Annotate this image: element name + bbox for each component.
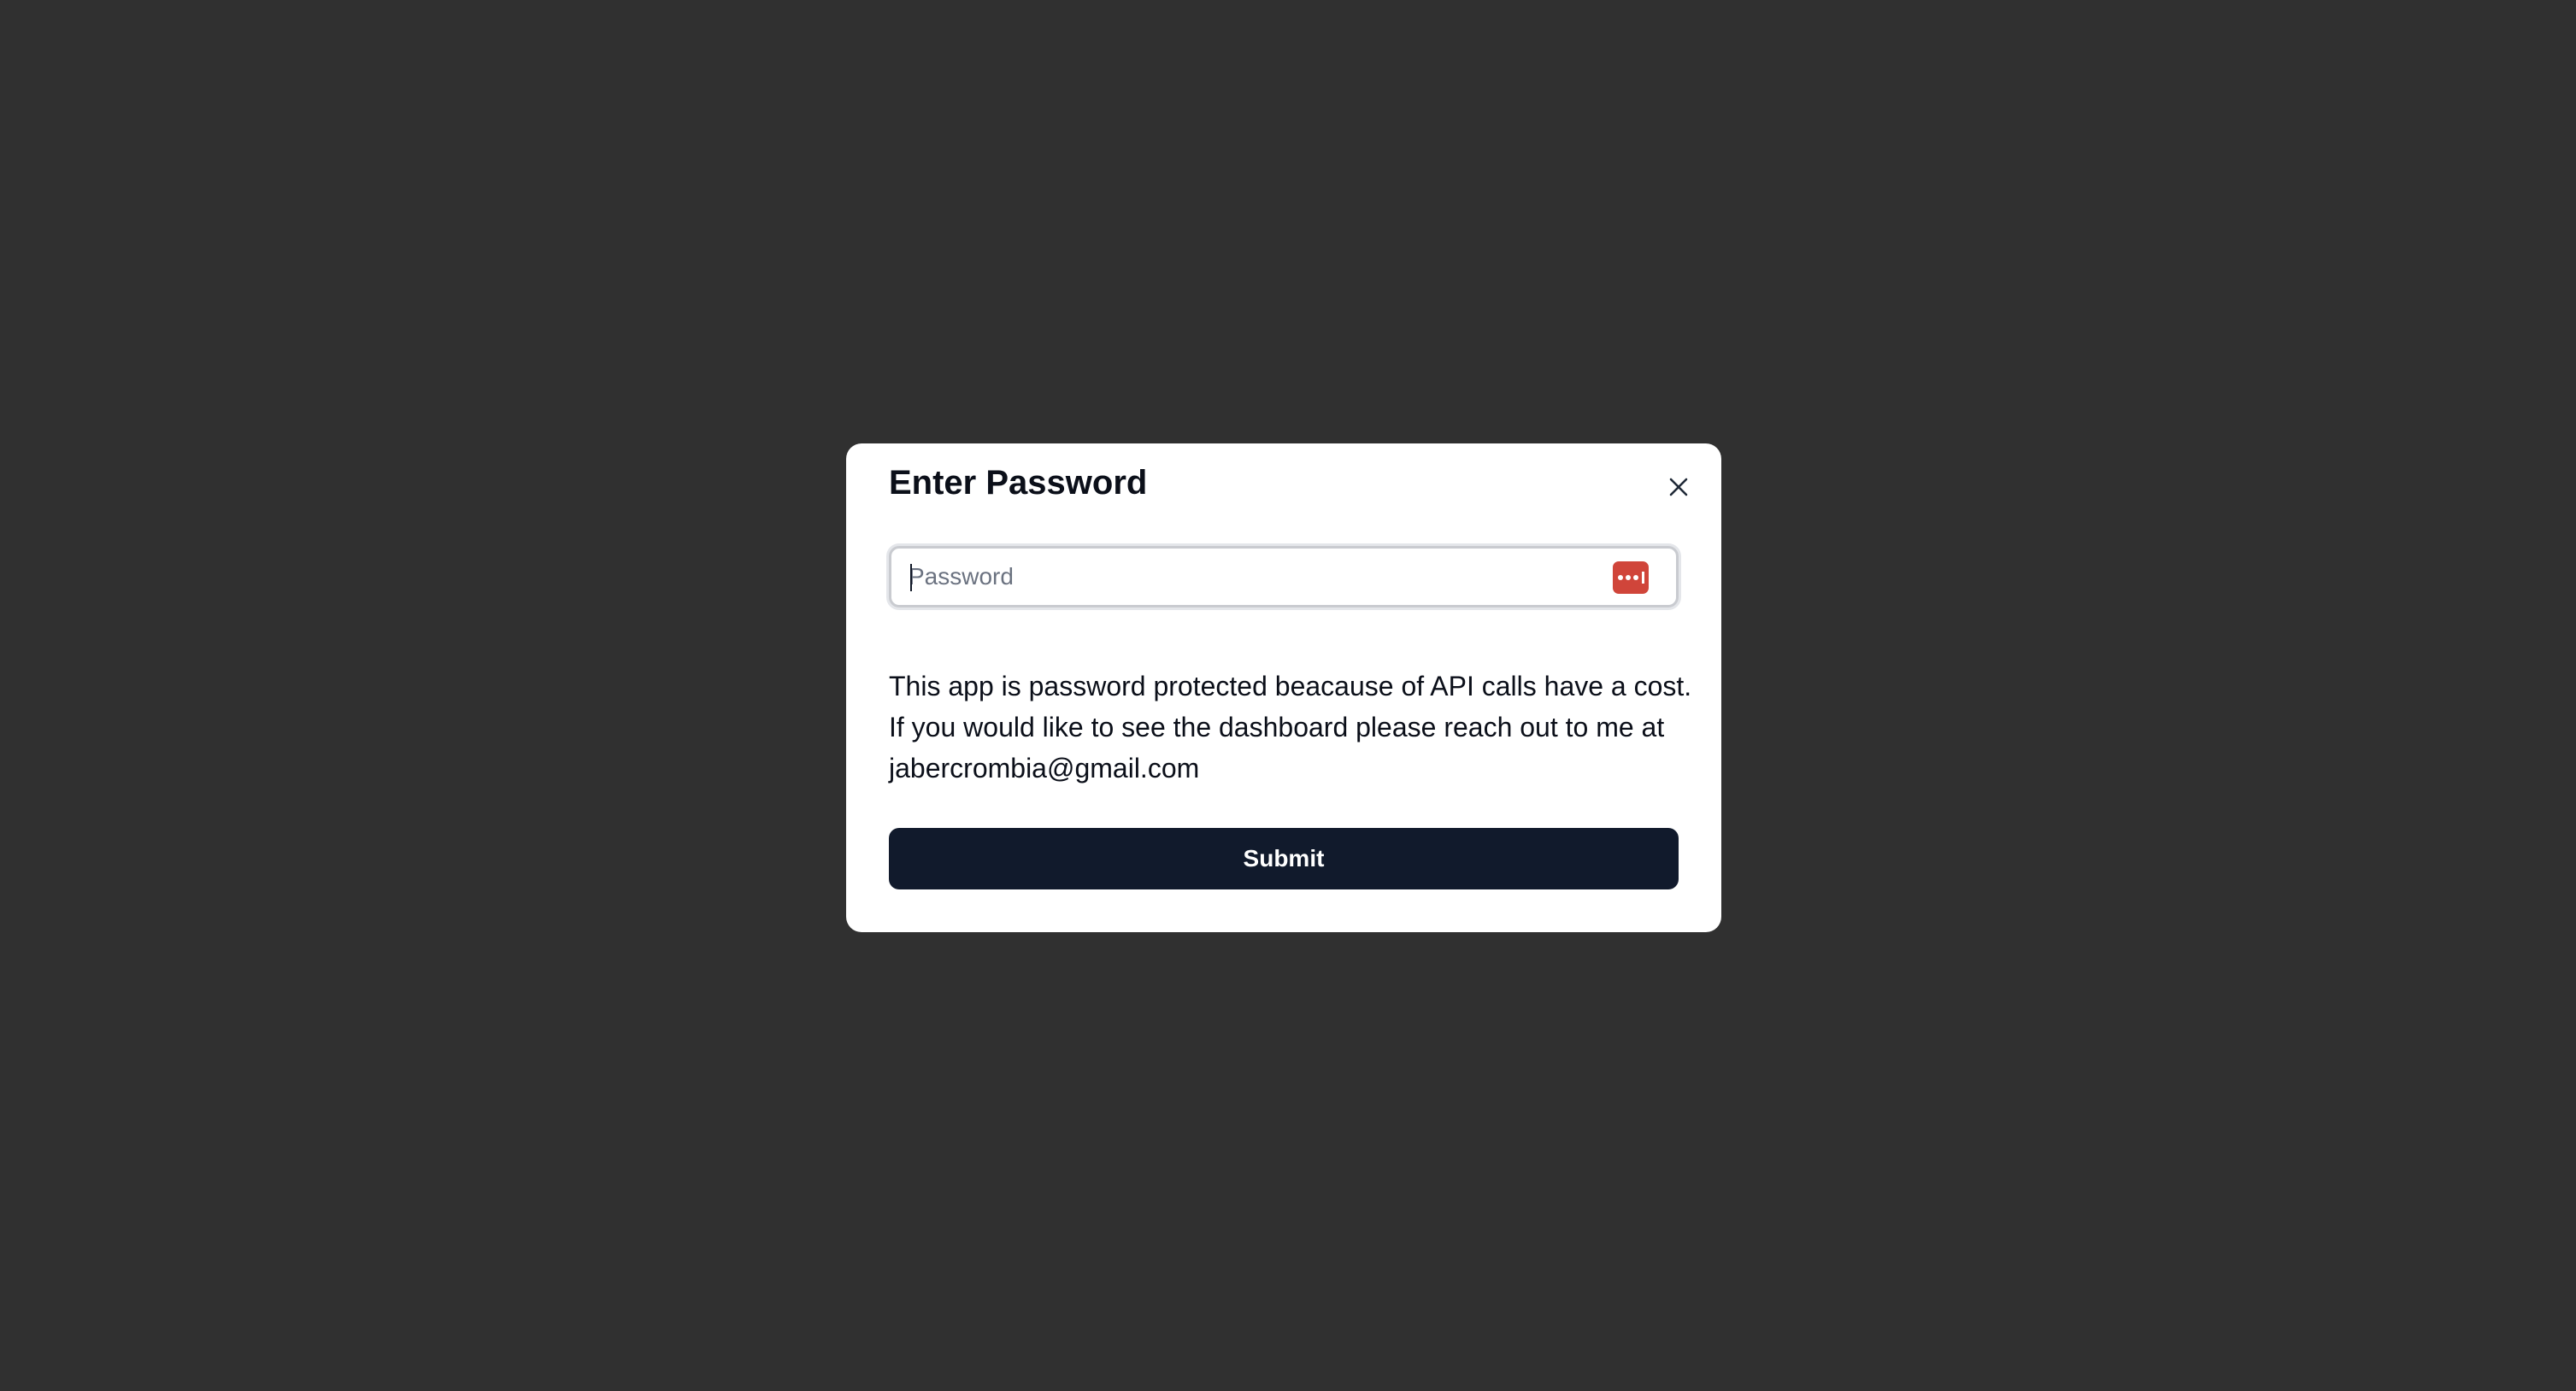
password-manager-icon[interactable] <box>1613 561 1649 594</box>
close-button[interactable] <box>1661 471 1696 505</box>
submit-button[interactable]: Submit <box>889 828 1679 889</box>
dialog-title: Enter Password <box>889 464 1148 502</box>
password-field-wrapper <box>889 546 1679 607</box>
page-backdrop: Enter Password This app is password prot… <box>0 0 2576 1391</box>
close-icon <box>1667 476 1690 501</box>
password-dialog: Enter Password This app is password prot… <box>846 443 1721 932</box>
dialog-description: This app is password protected beacause … <box>889 671 1692 784</box>
text-cursor <box>910 564 912 591</box>
password-input[interactable] <box>909 549 1609 605</box>
